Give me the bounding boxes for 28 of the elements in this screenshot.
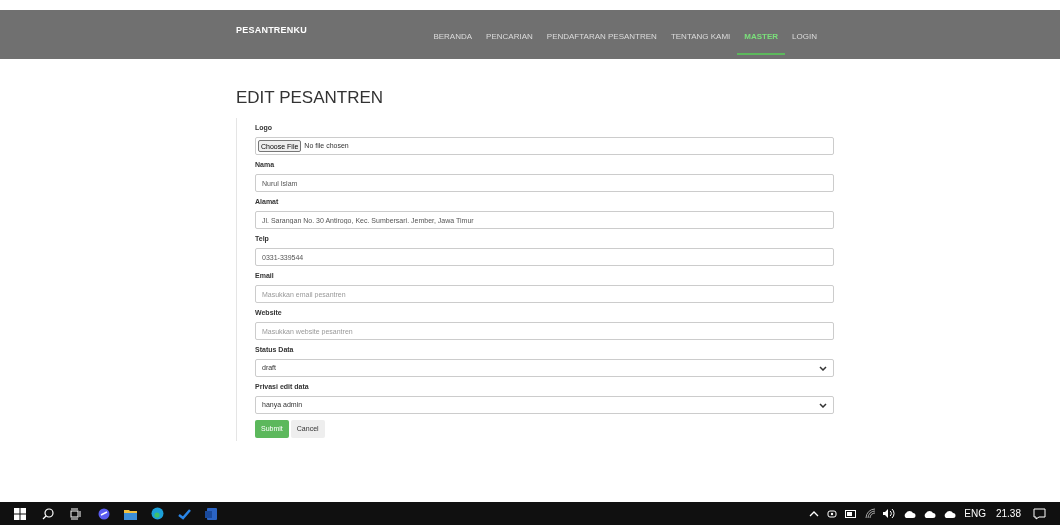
language-indicator[interactable]: ENG	[964, 506, 986, 521]
document-icon[interactable]	[205, 507, 217, 520]
chevron-down-icon	[819, 365, 827, 371]
notification-icon[interactable]	[1033, 507, 1046, 520]
app-icon[interactable]	[98, 507, 110, 520]
cloud-icon[interactable]	[903, 508, 917, 519]
nav-link[interactable]: PENDAFTARAN PESANTREN	[539, 31, 664, 55]
chevron-down-icon	[819, 402, 827, 408]
nav-link[interactable]: PENCARIAN	[479, 31, 540, 55]
nav-link[interactable]: LOGIN	[785, 31, 824, 55]
windows-icon[interactable]	[14, 507, 26, 520]
page-title: EDIT PESANTREN	[236, 89, 385, 106]
cloud-icon[interactable]	[943, 508, 957, 519]
clock[interactable]: 21.38	[995, 506, 1021, 521]
wifi-icon[interactable]	[865, 508, 877, 519]
browser-icon[interactable]	[151, 507, 164, 520]
nav-link[interactable]: BERANDA	[426, 31, 480, 55]
search-icon[interactable]	[42, 507, 54, 520]
speaker-icon[interactable]	[882, 508, 896, 519]
nav-link[interactable]: TENTANG KAMI	[663, 31, 738, 55]
folder-icon[interactable]	[124, 507, 137, 520]
camera-icon[interactable]	[827, 507, 838, 520]
task-view-icon[interactable]	[70, 507, 82, 520]
chevron-up-icon[interactable]	[809, 510, 820, 517]
brand-logo[interactable]: PESANTRENKU	[236, 24, 427, 38]
checkmark-icon[interactable]	[178, 507, 191, 520]
battery-icon[interactable]	[845, 509, 858, 518]
cloud-icon[interactable]	[923, 508, 937, 519]
